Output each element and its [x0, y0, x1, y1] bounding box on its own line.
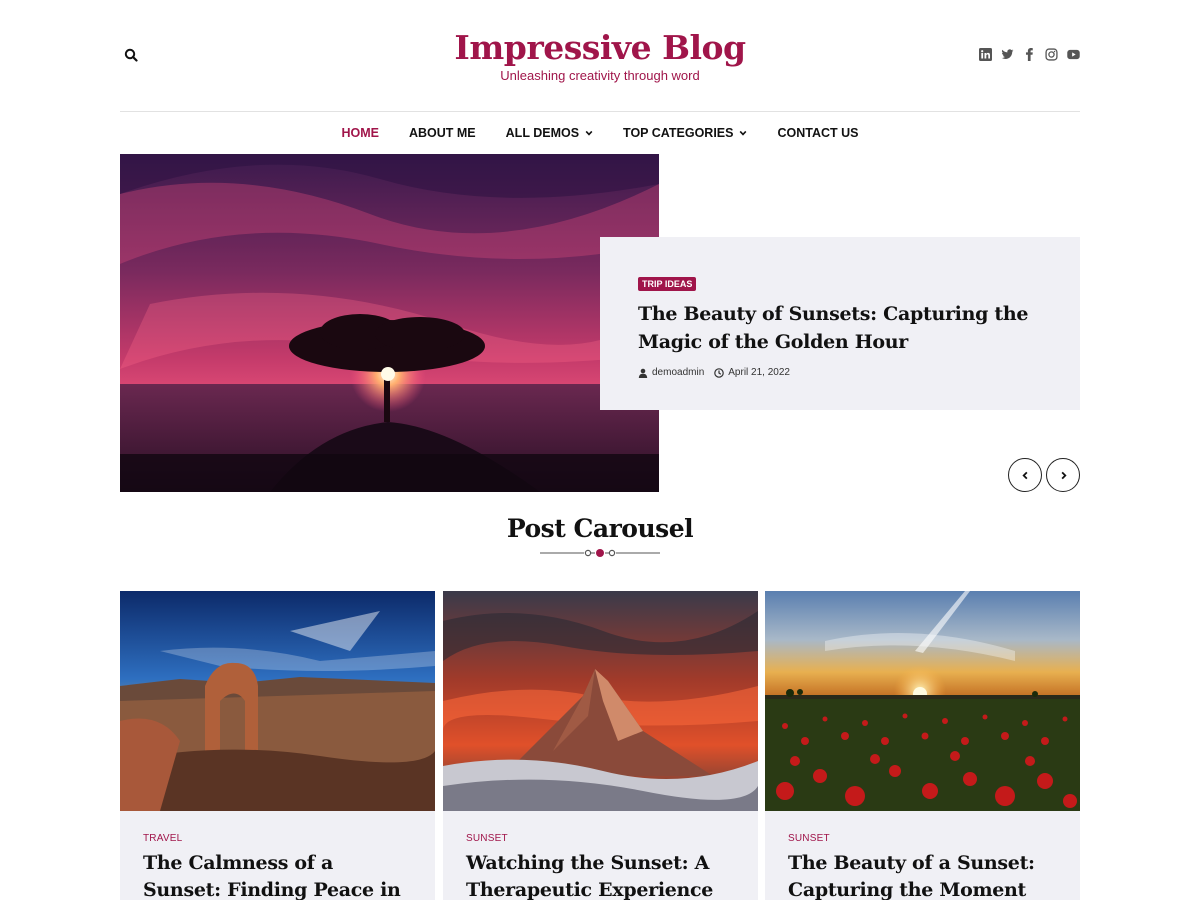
instagram-icon[interactable]: [1045, 48, 1058, 61]
site-tagline: Unleashing creativity through word: [500, 68, 700, 83]
post-meta: demoadmin April 21, 2022: [638, 367, 1042, 378]
site-title[interactable]: Impressive Blog: [120, 28, 1080, 68]
slider-prev-button[interactable]: [1008, 458, 1042, 492]
post-card: SUNSET Watching the Sunset: A Therapeuti…: [443, 591, 758, 900]
post-title[interactable]: Watching the Sunset: A Therapeutic Exper…: [466, 850, 735, 900]
site-branding: Impressive Blog Unleashing creativity th…: [120, 28, 1080, 83]
nav-item-contact-us[interactable]: CONTACT US: [762, 126, 873, 140]
nav-item-label: ABOUT ME: [408, 126, 476, 140]
chevron-right-icon: [1061, 471, 1067, 479]
post-title[interactable]: The Calmness of a Sunset: Finding Peace …: [143, 850, 412, 900]
main-navigation: HOME ABOUT ME ALL DEMOS TOP CATEGORIES C…: [120, 112, 1080, 154]
chevron-down-icon: [740, 130, 747, 136]
youtube-icon[interactable]: [1067, 48, 1080, 61]
post-author-name: demoadmin: [652, 367, 705, 378]
twitter-icon[interactable]: [1001, 48, 1014, 61]
section-title: Post Carousel: [506, 514, 694, 543]
nav-item-about-me[interactable]: ABOUT ME: [394, 126, 491, 140]
chevron-left-icon: [1021, 471, 1027, 479]
post-category[interactable]: TRAVEL: [143, 833, 412, 844]
site-header: Impressive Blog Unleashing creativity th…: [120, 0, 1080, 112]
post-author[interactable]: demoadmin: [638, 367, 704, 378]
post-thumbnail[interactable]: [443, 591, 758, 811]
section-divider: [540, 549, 660, 557]
clock-icon: [714, 367, 725, 378]
social-links: [979, 48, 1080, 61]
post-card: SUNSET The Beauty of a Sunset: Capturing…: [765, 591, 1080, 900]
nav-item-all-demos[interactable]: ALL DEMOS: [491, 126, 608, 140]
linkedin-icon[interactable]: [979, 48, 992, 61]
user-icon: [638, 368, 648, 378]
nav-item-label: CONTACT US: [777, 126, 859, 140]
nav-item-home[interactable]: HOME: [326, 126, 394, 140]
chevron-down-icon: [585, 130, 593, 136]
nav-item-label: TOP CATEGORIES: [623, 126, 734, 140]
post-thumbnail[interactable]: [765, 591, 1080, 811]
nav-item-top-categories[interactable]: TOP CATEGORIES: [608, 126, 762, 140]
post-title[interactable]: The Beauty of a Sunset: Capturing the Mo…: [788, 850, 1057, 900]
post-date-text: April 21, 2022: [728, 367, 790, 378]
slider-next-button[interactable]: [1046, 458, 1080, 492]
nav-item-label: ALL DEMOS: [505, 126, 580, 140]
post-thumbnail[interactable]: [120, 591, 435, 811]
post-date[interactable]: April 21, 2022: [714, 367, 790, 378]
post-category-badge[interactable]: TRIP IDEAS: [638, 277, 697, 291]
hero-image[interactable]: [120, 154, 659, 492]
post-card: TRAVEL The Calmness of a Sunset: Finding…: [120, 591, 435, 900]
post-category[interactable]: SUNSET: [788, 833, 1057, 844]
post-category[interactable]: SUNSET: [466, 833, 735, 844]
featured-post-card: TRIP IDEAS The Beauty of Sunsets: Captur…: [600, 237, 1080, 410]
nav-item-label: HOME: [341, 126, 379, 140]
facebook-icon[interactable]: [1023, 48, 1036, 61]
featured-post-title[interactable]: The Beauty of Sunsets: Capturing the Mag…: [638, 300, 1042, 356]
